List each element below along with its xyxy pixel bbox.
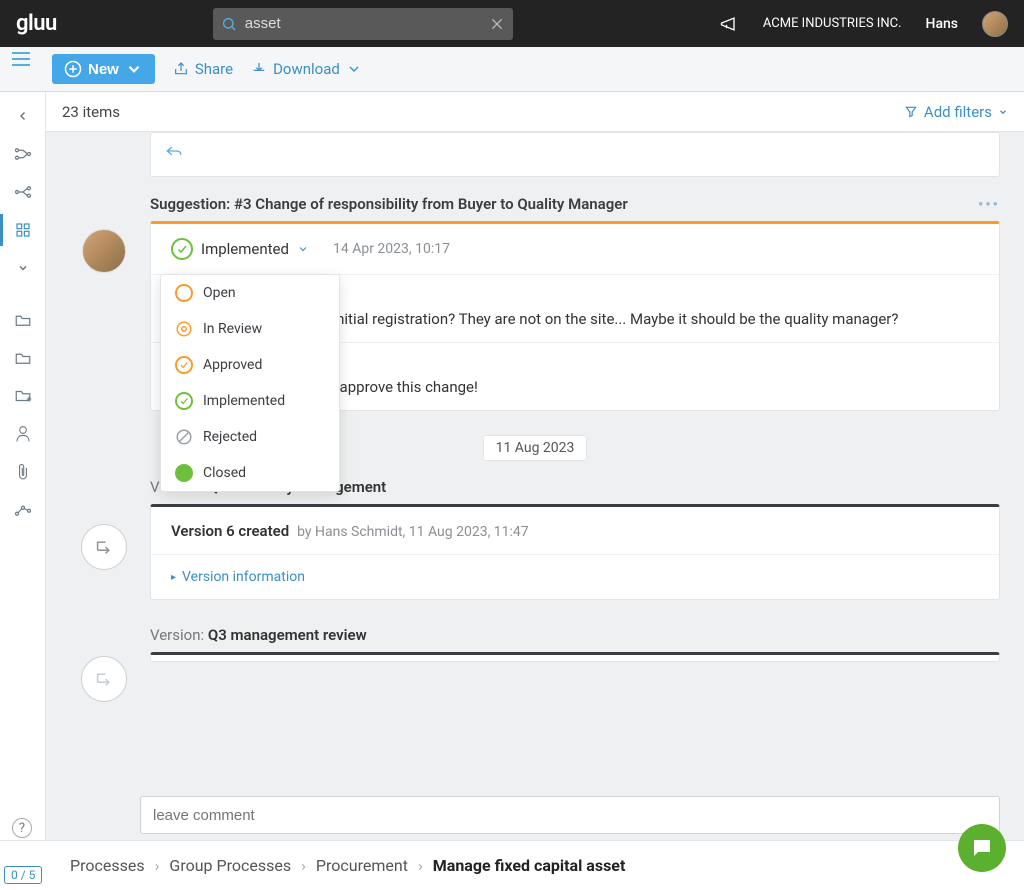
- sidebar-process-icon[interactable]: [11, 142, 35, 166]
- sidebar-metrics-icon[interactable]: [11, 498, 35, 522]
- version-information-link[interactable]: ▸ Version information: [171, 569, 979, 585]
- status-dropdown-menu: Open In Review Approved Implemented Reje…: [160, 274, 340, 492]
- version-block-2: Version: Q3 management review: [150, 626, 1000, 662]
- download-button[interactable]: Download: [251, 60, 362, 78]
- status-option-approved[interactable]: Approved: [161, 347, 339, 383]
- sidebar-attachment-icon[interactable]: [11, 460, 35, 484]
- chevron-right-icon: ›: [418, 856, 423, 875]
- sidebar-folder-open-icon[interactable]: [11, 308, 35, 332]
- status-dropdown[interactable]: Implemented: [171, 238, 309, 260]
- suggestion-title: Suggestion: #3 Change of responsibility …: [150, 195, 628, 213]
- status-option-in-review[interactable]: In Review: [161, 311, 339, 347]
- avatar[interactable]: [982, 11, 1008, 37]
- new-button[interactable]: New: [52, 54, 155, 84]
- topbar-right: ACME INDUSTRIES INC. Hans: [719, 11, 1008, 37]
- previous-card-tail: [150, 132, 1000, 177]
- sidebar-folder-add-icon[interactable]: [11, 384, 35, 408]
- breadcrumb: Processes › Group Processes › Procuremen…: [0, 840, 1024, 890]
- help-icon[interactable]: ?: [12, 818, 32, 838]
- reply-icon: [165, 143, 183, 162]
- version-node-icon: [81, 656, 127, 702]
- more-menu-icon[interactable]: •••: [978, 195, 1000, 213]
- search-input[interactable]: [237, 15, 489, 32]
- new-button-label: New: [88, 61, 119, 78]
- toolbar: New Share Download: [0, 47, 1024, 92]
- date-separator-label: 11 Aug 2023: [483, 435, 588, 461]
- sidebar-activity-icon[interactable]: [11, 218, 35, 242]
- hamburger-menu-icon[interactable]: [12, 50, 30, 71]
- version-node-icon: [81, 524, 127, 570]
- breadcrumb-item[interactable]: Processes: [70, 856, 145, 875]
- status-option-implemented[interactable]: Implemented: [161, 383, 339, 419]
- sidebar-flow-icon[interactable]: [11, 180, 35, 204]
- org-name: ACME INDUSTRIES INC.: [763, 16, 902, 31]
- chat-launcher[interactable]: [958, 824, 1006, 872]
- breadcrumb-current: Manage fixed capital asset: [433, 856, 626, 875]
- collapse-sidebar-icon[interactable]: [11, 104, 35, 128]
- chevron-down-icon: [346, 61, 362, 77]
- sidebar: [0, 92, 46, 840]
- version2-prefix: Version:: [150, 626, 204, 644]
- sidebar-expand-icon[interactable]: [11, 256, 35, 280]
- status-option-rejected[interactable]: Rejected: [161, 419, 339, 455]
- share-button[interactable]: Share: [173, 60, 233, 78]
- logo: gluu: [16, 11, 57, 36]
- status-date: 14 Apr 2023, 10:17: [333, 241, 450, 257]
- status-option-closed[interactable]: Closed: [161, 455, 339, 491]
- version2-title: Q3 management review: [208, 626, 367, 644]
- version1-line-title: Version 6 created: [171, 522, 289, 540]
- status-label: Implemented: [201, 240, 289, 258]
- version-info-label: Version information: [182, 569, 305, 585]
- breadcrumb-item[interactable]: Procurement: [316, 856, 408, 875]
- comment-box[interactable]: [140, 796, 1000, 834]
- chevron-right-icon: ›: [301, 856, 306, 875]
- sidebar-person-icon[interactable]: [11, 422, 35, 446]
- search-field-wrap[interactable]: [213, 8, 513, 40]
- implemented-icon: [171, 238, 193, 260]
- topbar: gluu ACME INDUSTRIES INC. Hans: [0, 0, 1024, 47]
- user-name[interactable]: Hans: [926, 16, 958, 32]
- share-label: Share: [195, 60, 233, 78]
- comment-input[interactable]: [153, 807, 987, 824]
- announcement-icon[interactable]: [719, 14, 739, 34]
- breadcrumb-item[interactable]: Group Processes: [169, 856, 291, 875]
- author-avatar: [82, 229, 126, 273]
- chevron-right-icon: ›: [155, 856, 160, 875]
- sidebar-folder-icon[interactable]: [11, 346, 35, 370]
- status-option-open[interactable]: Open: [161, 275, 339, 311]
- version1-line-by: by Hans Schmidt, 11 Aug 2023, 11:47: [297, 524, 529, 540]
- chevron-down-icon: [297, 243, 309, 255]
- progress-counter: 0 / 5: [4, 866, 42, 884]
- version-block-1: Version: Q2 review by management Version…: [150, 478, 1000, 600]
- chevron-down-icon: [125, 60, 143, 78]
- download-label: Download: [273, 60, 340, 78]
- clear-search-icon[interactable]: [489, 16, 505, 32]
- search-icon: [221, 16, 237, 32]
